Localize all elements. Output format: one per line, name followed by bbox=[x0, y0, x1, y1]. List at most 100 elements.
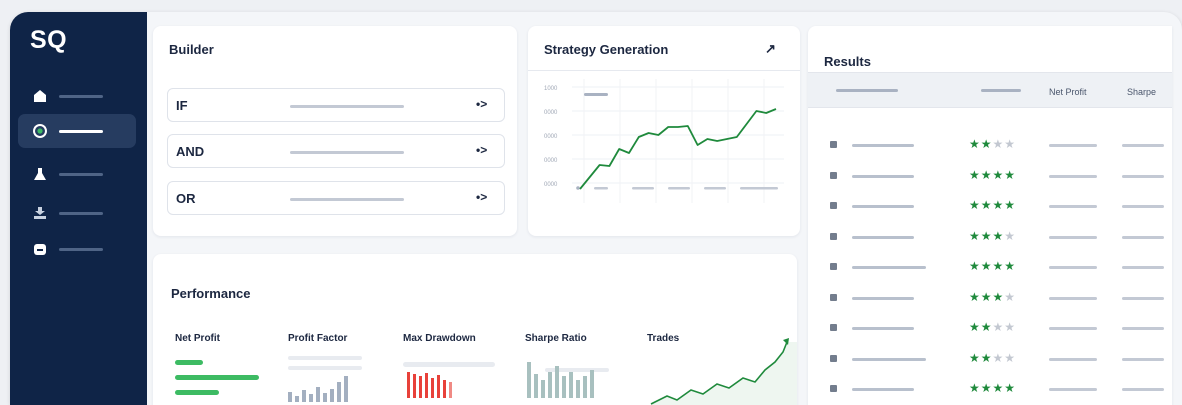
sidebar-item-tests[interactable] bbox=[18, 157, 136, 191]
metric-sharpe-ratio-label: Sharpe Ratio bbox=[525, 333, 587, 344]
row-checkbox[interactable] bbox=[830, 263, 837, 270]
rating-stars: ★★★★ bbox=[969, 198, 1016, 212]
target-icon bbox=[33, 124, 47, 138]
star-icon: ★ bbox=[992, 198, 1005, 212]
rating-stars: ★★★★ bbox=[969, 137, 1016, 151]
table-row[interactable]: ★★★★ bbox=[808, 252, 1172, 282]
strategy-name-placeholder bbox=[852, 235, 914, 239]
row-checkbox[interactable] bbox=[830, 324, 837, 331]
star-icon: ★ bbox=[1004, 289, 1017, 304]
strategy-name-placeholder bbox=[852, 388, 914, 391]
net-profit-value-placeholder bbox=[1049, 388, 1097, 391]
row-checkbox[interactable] bbox=[830, 293, 837, 301]
column-header-placeholder[interactable] bbox=[981, 89, 1021, 92]
net-profit-mini-chart bbox=[175, 360, 259, 395]
sharpe-value-placeholder bbox=[1122, 205, 1164, 208]
expand-arrow-icon[interactable]: •> bbox=[476, 190, 487, 204]
chart-x-placeholders bbox=[576, 186, 778, 190]
row-checkbox[interactable] bbox=[830, 385, 837, 392]
sharpe-value-placeholder bbox=[1122, 357, 1164, 361]
sidebar-item-label bbox=[59, 130, 103, 133]
table-row[interactable]: ★★★★ bbox=[808, 374, 1172, 404]
table-row[interactable]: ★★★★ bbox=[808, 191, 1172, 221]
star-icon: ★ bbox=[969, 289, 981, 304]
y-tick-label: 0000 bbox=[544, 158, 558, 164]
row-checkbox[interactable] bbox=[830, 354, 837, 362]
star-icon: ★ bbox=[992, 259, 1005, 273]
database-icon bbox=[34, 244, 46, 255]
row-checkbox[interactable] bbox=[830, 171, 837, 179]
sharpe-value-placeholder bbox=[1122, 388, 1164, 391]
legend-placeholder bbox=[584, 93, 608, 96]
performance-title: Performance bbox=[171, 286, 251, 301]
sharpe-value-placeholder bbox=[1122, 296, 1164, 300]
condition-placeholder bbox=[290, 151, 404, 154]
star-icon: ★ bbox=[992, 228, 1005, 243]
column-header-placeholder[interactable] bbox=[836, 89, 898, 92]
x-tick-label bbox=[704, 187, 726, 190]
table-row[interactable]: ★★★★ bbox=[808, 344, 1172, 374]
star-icon: ★ bbox=[969, 259, 981, 273]
chart-y-ticks: 1000 0000 0000 0000 0000 bbox=[544, 86, 558, 188]
sidebar-item-home[interactable] bbox=[18, 79, 136, 113]
sharpe-value-placeholder bbox=[1122, 266, 1164, 269]
star-icon: ★ bbox=[1004, 167, 1017, 182]
column-net-profit[interactable]: Net Profit bbox=[1049, 87, 1087, 97]
sidebar-item-portfolio[interactable] bbox=[18, 196, 136, 230]
star-icon: ★ bbox=[1004, 381, 1017, 395]
sidebar-item-data[interactable] bbox=[18, 232, 136, 266]
star-icon: ★ bbox=[980, 137, 993, 151]
table-row[interactable]: ★★★★ bbox=[808, 222, 1172, 252]
builder-row-and[interactable]: AND •> bbox=[167, 134, 505, 168]
sharpe-value-placeholder bbox=[1122, 174, 1164, 178]
column-sharpe[interactable]: Sharpe bbox=[1127, 87, 1156, 97]
row-checkbox[interactable] bbox=[830, 202, 837, 209]
portfolio-icon bbox=[34, 207, 46, 219]
metric-max-drawdown-label: Max Drawdown bbox=[403, 333, 476, 344]
metric-net-profit-label: Net Profit bbox=[175, 333, 220, 344]
strategy-name-placeholder bbox=[852, 296, 914, 300]
table-row[interactable]: ★★★★ bbox=[808, 313, 1172, 343]
expand-arrow-icon[interactable]: •> bbox=[476, 97, 487, 111]
table-row[interactable]: ★★★★ bbox=[808, 283, 1172, 313]
row-checkbox[interactable] bbox=[830, 232, 837, 240]
chart-grid bbox=[572, 79, 784, 203]
expand-arrow-icon[interactable]: •> bbox=[476, 143, 487, 157]
builder-row-or[interactable]: OR •> bbox=[167, 181, 505, 215]
x-tick-marker bbox=[576, 186, 580, 190]
sharpe-value-placeholder bbox=[1122, 235, 1164, 239]
star-icon: ★ bbox=[992, 320, 1005, 334]
net-profit-value-placeholder bbox=[1049, 174, 1097, 178]
star-icon: ★ bbox=[980, 198, 993, 212]
star-icon: ★ bbox=[992, 137, 1005, 151]
star-icon: ★ bbox=[969, 228, 981, 243]
star-icon: ★ bbox=[980, 259, 993, 273]
equity-series-line bbox=[579, 108, 777, 190]
builder-row-if[interactable]: IF •> bbox=[167, 88, 505, 122]
strategy-generation-panel: Strategy Generation ↗ 1000 0000 0000 0000 00… bbox=[528, 26, 800, 236]
strategy-name-placeholder bbox=[852, 205, 914, 208]
sharpe-ratio-mini-chart bbox=[527, 362, 609, 398]
star-icon: ★ bbox=[992, 167, 1005, 182]
star-icon: ★ bbox=[980, 320, 993, 334]
y-tick-label: 1000 bbox=[544, 86, 558, 92]
sharpe-value-placeholder bbox=[1122, 327, 1164, 330]
strategy-name-placeholder bbox=[852, 174, 914, 178]
net-profit-value-placeholder bbox=[1049, 205, 1097, 208]
star-icon: ★ bbox=[969, 198, 981, 212]
table-row[interactable]: ★★★★ bbox=[808, 130, 1172, 160]
profit-factor-mini-chart bbox=[288, 356, 362, 402]
net-profit-value-placeholder bbox=[1049, 266, 1097, 269]
sidebar-item-strategies[interactable] bbox=[18, 114, 136, 148]
strategy-title: Strategy Generation bbox=[544, 42, 669, 57]
expand-icon[interactable]: ↗ bbox=[765, 41, 776, 57]
y-tick-label: 0000 bbox=[544, 182, 558, 188]
star-icon: ★ bbox=[1004, 137, 1017, 151]
strategy-chart: 1000 0000 0000 0000 0000 bbox=[544, 79, 784, 203]
app-logo: SQ bbox=[30, 26, 68, 54]
table-row[interactable]: ★★★★ bbox=[808, 161, 1172, 191]
row-checkbox[interactable] bbox=[830, 141, 837, 148]
sidebar: SQ bbox=[10, 12, 147, 405]
x-tick-label bbox=[668, 187, 690, 190]
star-icon: ★ bbox=[1004, 259, 1017, 273]
